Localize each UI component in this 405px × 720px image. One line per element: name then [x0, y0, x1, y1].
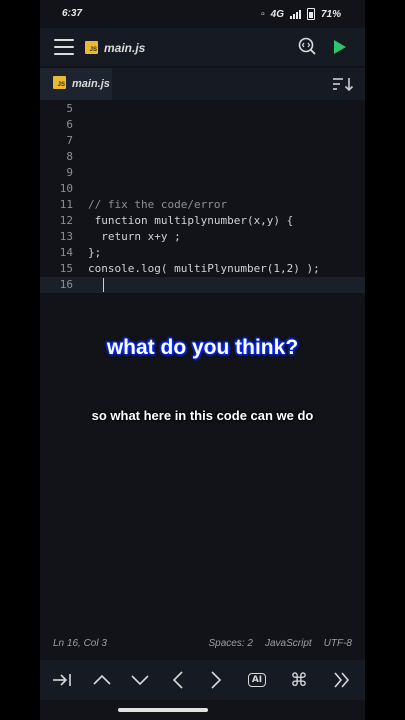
tab-bar: JS main.js — [40, 68, 365, 100]
network-label: 4G — [270, 8, 284, 20]
code-line: 7 — [40, 133, 365, 149]
line-number: 14 — [59, 246, 73, 259]
line-number: 16 — [59, 278, 73, 291]
sort-icon[interactable] — [332, 76, 354, 92]
line-number: 10 — [59, 182, 73, 195]
video-caption-sub: so what here in this code can we do — [91, 408, 314, 423]
chevron-up-icon — [93, 674, 111, 685]
command-icon: ⌘ — [290, 669, 308, 691]
battery-icon — [306, 8, 315, 20]
editor-status-line: Ln 16, Col 3 Spaces: 2 JavaScript UTF-8 — [40, 630, 365, 658]
code-line: 15 console.log( multiPlynumber(1,2) ); — [40, 261, 365, 277]
code-line: 12 function multiplynumber(x,y) { — [40, 213, 365, 229]
tab-icon — [53, 674, 71, 686]
arrow-down-key[interactable] — [121, 660, 159, 700]
tab-key[interactable] — [43, 660, 81, 700]
vibrate-icon: ▫ — [261, 8, 265, 20]
phone-screen: 6:37 ▫ 4G 71% JS main.js JS main.js 5 6 … — [40, 0, 365, 720]
status-bar: 6:37 ▫ 4G 71% — [40, 0, 365, 26]
code-line: 13 return x+y ; — [40, 229, 365, 245]
tab-main-js[interactable]: JS main.js — [40, 68, 112, 100]
code-line: 5 — [40, 101, 365, 117]
code-line: 10 — [40, 181, 365, 197]
chevron-down-icon — [131, 675, 149, 686]
code-line: 9 — [40, 165, 365, 181]
line-number: 15 — [59, 262, 73, 275]
run-icon[interactable] — [334, 40, 346, 54]
video-caption-main: what do you think? — [106, 336, 299, 359]
code-text: }; — [88, 246, 102, 259]
code-comment: // fix the code/error — [88, 198, 228, 211]
code-editor[interactable]: 5 6 7 8 9 10 11 // fix the code/error 12 — [40, 100, 365, 625]
line-number: 6 — [66, 118, 73, 131]
extra-keys-bar: AI ⌘ — [40, 660, 365, 700]
line-number: 12 — [59, 214, 73, 227]
chevron-left-icon — [172, 671, 183, 689]
chevron-right-icon — [211, 671, 222, 689]
signal-icon — [289, 9, 301, 19]
line-number: 13 — [59, 230, 73, 243]
app-toolbar: JS main.js — [40, 28, 365, 66]
file-title: main.js — [104, 41, 146, 55]
arrow-up-key[interactable] — [83, 660, 121, 700]
line-number: 8 — [66, 150, 73, 163]
ai-assistant-key[interactable]: AI — [238, 660, 276, 700]
code-line: 6 — [40, 117, 365, 133]
status-time: 6:37 — [62, 8, 83, 19]
menu-icon[interactable] — [54, 39, 74, 55]
more-keys-button[interactable] — [323, 660, 361, 700]
js-file-icon: JS — [85, 41, 98, 54]
line-number: 5 — [66, 102, 73, 115]
file-encoding[interactable]: UTF-8 — [324, 638, 352, 649]
code-line: 11 // fix the code/error — [40, 197, 365, 213]
status-icons: ▫ 4G 71% — [261, 8, 341, 20]
search-code-icon[interactable] — [298, 37, 316, 55]
current-code-line[interactable]: 16 — [40, 277, 365, 293]
code-line: 8 — [40, 149, 365, 165]
cursor-position: Ln 16, Col 3 — [53, 638, 107, 649]
home-indicator[interactable] — [118, 708, 208, 712]
tab-label: main.js — [72, 78, 110, 90]
js-file-icon: JS — [53, 76, 66, 89]
language-mode[interactable]: JavaScript — [265, 638, 312, 649]
ai-icon: AI — [247, 673, 267, 687]
code-text: return x+y ; — [88, 230, 181, 243]
double-chevron-right-icon — [334, 672, 350, 688]
line-number: 7 — [66, 134, 73, 147]
battery-percent: 71% — [320, 8, 341, 20]
arrow-left-key[interactable] — [159, 660, 197, 700]
arrow-right-key[interactable] — [197, 660, 235, 700]
command-key[interactable]: ⌘ — [280, 660, 318, 700]
code-line: 14 }; — [40, 245, 365, 261]
line-number: 11 — [59, 198, 73, 211]
code-text: console.log( multiPlynumber(1,2) ); — [88, 262, 320, 275]
code-text: function multiplynumber(x,y) { — [88, 214, 294, 227]
indent-setting[interactable]: Spaces: 2 — [208, 638, 252, 649]
line-number: 9 — [66, 166, 73, 179]
text-cursor — [103, 278, 104, 292]
